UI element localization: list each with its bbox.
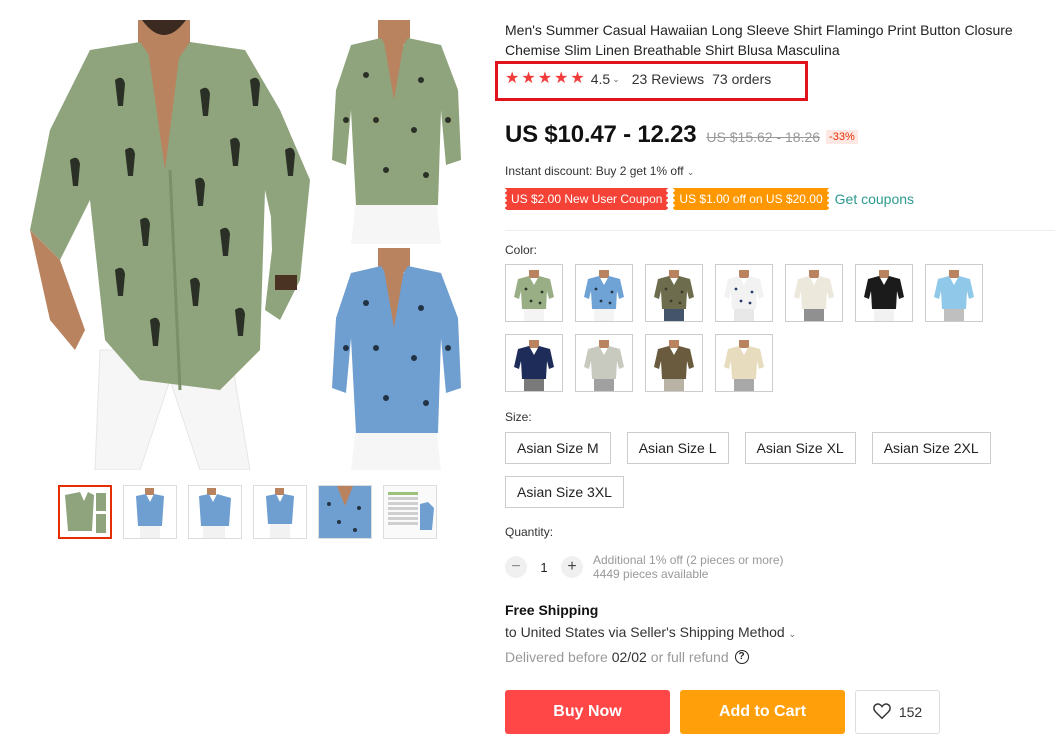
shirt-icon	[654, 340, 694, 391]
delivery-suffix: or full refund	[650, 649, 729, 665]
main-product-image[interactable]	[20, 20, 466, 470]
shirt-icon	[654, 270, 694, 321]
quantity-label: Quantity:	[505, 525, 554, 539]
thumbnail-blue-side[interactable]	[188, 485, 242, 539]
instant-discount-label: Instant discount: Buy 2 get 1% off	[505, 164, 684, 178]
reviews-link[interactable]: 23 Reviews	[632, 71, 704, 87]
quantity-decrease-button[interactable]: −	[505, 556, 527, 578]
color-swatch[interactable]	[575, 334, 633, 392]
color-label: Color:	[505, 243, 538, 257]
thumbnail-strip	[58, 485, 437, 539]
free-shipping-title: Free Shipping	[505, 602, 599, 618]
color-swatch[interactable]	[715, 264, 773, 322]
shirt-icon	[864, 270, 904, 321]
rating-row: ★ ★ ★ ★ ★ 4.5 ⌄ 23 Reviews 73 orders	[505, 70, 771, 88]
size-option-l[interactable]: Asian Size L	[626, 432, 729, 464]
star-icon: ★	[554, 70, 569, 87]
quantity-stepper: − 1 + Additional 1% off (2 pieces or mor…	[505, 553, 784, 581]
color-swatch[interactable]	[505, 334, 563, 392]
orders-count: 73 orders	[712, 71, 772, 87]
divider	[505, 230, 1055, 231]
chevron-down-icon: ⌄	[788, 629, 797, 639]
rating-value[interactable]: 4.5	[591, 71, 610, 87]
shirt-icon	[514, 270, 554, 321]
shipping-method[interactable]: to United States via Seller's Shipping M…	[505, 624, 796, 644]
star-icon: ★	[570, 70, 585, 87]
color-swatch[interactable]	[645, 334, 703, 392]
delivery-estimate: Delivered before 02/02 or full refund ?	[505, 649, 796, 665]
wishlist-button[interactable]: 152	[855, 690, 940, 734]
green-shirt-model-photo	[20, 20, 320, 470]
shirt-icon	[584, 270, 624, 321]
shirt-icon	[724, 270, 764, 321]
purchase-actions: Buy Now Add to Cart 152	[505, 690, 940, 734]
thumbnail-blue-closeup[interactable]	[318, 485, 372, 539]
chevron-down-icon: ⌄	[686, 167, 695, 177]
star-icon: ★	[521, 70, 536, 87]
delivery-date: 02/02	[611, 649, 647, 665]
original-price: US $15.62 - 18.26	[706, 129, 821, 145]
bulk-discount-note: Additional 1% off (2 pieces or more)	[593, 553, 784, 567]
heart-icon	[872, 702, 891, 722]
color-swatch[interactable]	[505, 264, 563, 322]
chevron-down-icon[interactable]: ⌄	[612, 74, 620, 85]
size-options: Asian Size M Asian Size L Asian Size XL …	[505, 432, 1005, 508]
current-price: US $10.47 - 12.23	[505, 121, 697, 148]
add-to-cart-button[interactable]: Add to Cart	[680, 690, 845, 734]
shirt-icon	[934, 270, 974, 321]
shirt-icon	[584, 340, 624, 391]
wishlist-count: 152	[898, 704, 923, 720]
color-swatch[interactable]	[785, 264, 843, 322]
color-swatches	[505, 264, 995, 392]
price-row: US $10.47 - 12.23 US $15.62 - 18.26 -33%	[505, 121, 858, 149]
shirt-icon	[794, 270, 834, 321]
shirt-icon	[514, 340, 554, 391]
shipping-info: Free Shipping to United States via Selle…	[505, 602, 796, 665]
delivery-prefix: Delivered before	[505, 649, 608, 665]
product-title: Men's Summer Casual Hawaiian Long Sleeve…	[505, 22, 1013, 58]
color-swatch[interactable]	[645, 264, 703, 322]
instant-discount[interactable]: Instant discount: Buy 2 get 1% off ⌄	[505, 164, 694, 178]
color-swatch[interactable]	[925, 264, 983, 322]
buy-now-button[interactable]: Buy Now	[505, 690, 670, 734]
size-option-m[interactable]: Asian Size M	[505, 432, 611, 464]
color-swatch[interactable]	[575, 264, 633, 322]
get-coupons-link[interactable]: Get coupons	[835, 191, 914, 207]
discount-badge: -33%	[826, 130, 858, 144]
quantity-value[interactable]: 1	[527, 560, 561, 575]
color-swatch[interactable]	[715, 334, 773, 392]
quantity-increase-button[interactable]: +	[561, 556, 583, 578]
thumbnail-green-collage[interactable]	[58, 485, 112, 539]
shipping-method-label: to United States via Seller's Shipping M…	[505, 624, 785, 640]
size-label: Size:	[505, 410, 532, 424]
store-coupon[interactable]: US $1.00 off on US $20.00	[673, 188, 829, 210]
green-shirt-small-photo	[326, 20, 466, 244]
thumbnail-size-chart[interactable]	[383, 485, 437, 539]
star-icon: ★	[537, 70, 553, 87]
stock-available: 4449 pieces available	[593, 567, 709, 581]
thumbnail-blue-standing[interactable]	[253, 485, 307, 539]
shirt-icon	[724, 340, 764, 391]
star-icon: ★	[505, 70, 520, 87]
rating-stars[interactable]: ★ ★ ★ ★ ★	[505, 70, 585, 88]
color-swatch[interactable]	[855, 264, 913, 322]
help-icon[interactable]: ?	[734, 650, 749, 664]
new-user-coupon[interactable]: US $2.00 New User Coupon	[505, 188, 669, 210]
coupon-row: US $2.00 New User Coupon US $1.00 off on…	[505, 188, 914, 210]
size-option-xl[interactable]: Asian Size XL	[744, 432, 856, 464]
size-option-2xl[interactable]: Asian Size 2XL	[871, 432, 991, 464]
thumbnail-blue-front[interactable]	[123, 485, 177, 539]
size-option-3xl[interactable]: Asian Size 3XL	[505, 476, 624, 508]
blue-shirt-small-photo	[326, 248, 466, 470]
quantity-notes: Additional 1% off (2 pieces or more) 444…	[593, 553, 784, 581]
